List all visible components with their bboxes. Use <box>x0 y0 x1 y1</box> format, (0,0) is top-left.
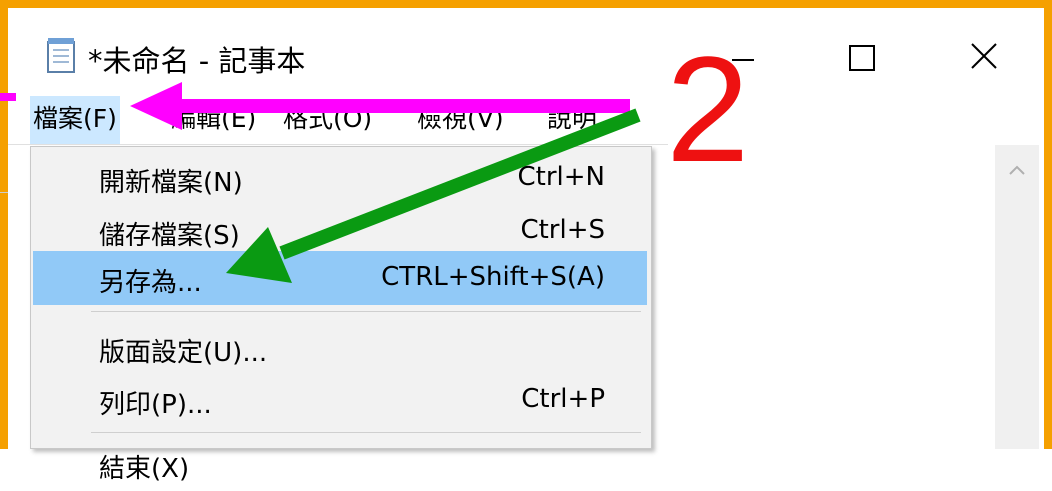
background-window-edge <box>0 112 8 193</box>
menu-item-save[interactable]: 儲存檔案(S) Ctrl+S <box>33 204 647 258</box>
menu-separator <box>91 311 641 312</box>
menu-item-shortcut: Ctrl+N <box>517 162 606 192</box>
menu-view[interactable]: 檢視(V) <box>414 96 507 144</box>
maximize-icon <box>849 45 875 71</box>
maximize-button[interactable] <box>826 28 896 88</box>
close-icon <box>971 43 997 69</box>
menu-format[interactable]: 格式(O) <box>280 96 375 144</box>
close-button[interactable] <box>948 28 1018 88</box>
minimize-button[interactable] <box>708 28 778 88</box>
title-bar: *未命名 - 記事本 <box>8 8 1044 92</box>
menu-item-label: 版面設定(U)... <box>99 338 268 368</box>
file-menu-dropdown: 開新檔案(N) Ctrl+N 儲存檔案(S) Ctrl+S 另存為... CTR… <box>30 146 652 484</box>
menu-item-page-setup[interactable]: 版面設定(U)... <box>33 321 647 375</box>
menu-item-shortcut: Ctrl+S <box>520 215 605 245</box>
menu-item-label: 開新檔案(N) <box>99 168 243 198</box>
menu-item-save-as[interactable]: 另存為... CTRL+Shift+S(A) <box>33 251 647 305</box>
menu-help[interactable]: 說明 <box>544 96 600 144</box>
menu-bar: 檔案(F) 編輯(E) 格式(O) 檢視(V) 說明 <box>8 96 668 145</box>
menu-file[interactable]: 檔案(F) <box>30 96 120 144</box>
menu-item-print[interactable]: 列印(P)... Ctrl+P <box>33 373 647 427</box>
window-title: *未命名 - 記事本 <box>88 44 306 78</box>
notepad-icon <box>47 38 75 73</box>
menu-item-new[interactable]: 開新檔案(N) Ctrl+N <box>33 151 647 205</box>
menu-item-label: 儲存檔案(S) <box>99 221 240 251</box>
menu-edit[interactable]: 編輯(E) <box>168 96 259 144</box>
menu-item-shortcut: Ctrl+P <box>521 384 605 414</box>
menu-separator <box>91 432 641 433</box>
menu-item-exit[interactable]: 結束(X) <box>33 437 647 491</box>
scroll-up-icon[interactable] <box>1007 163 1027 177</box>
text-edit-area[interactable] <box>652 145 1044 449</box>
vertical-scrollbar[interactable] <box>995 145 1039 449</box>
menu-item-label: 列印(P)... <box>99 390 212 420</box>
menu-item-shortcut: CTRL+Shift+S(A) <box>381 262 605 292</box>
menu-item-label: 結束(X) <box>99 454 190 484</box>
menu-item-label: 另存為... <box>99 268 202 298</box>
